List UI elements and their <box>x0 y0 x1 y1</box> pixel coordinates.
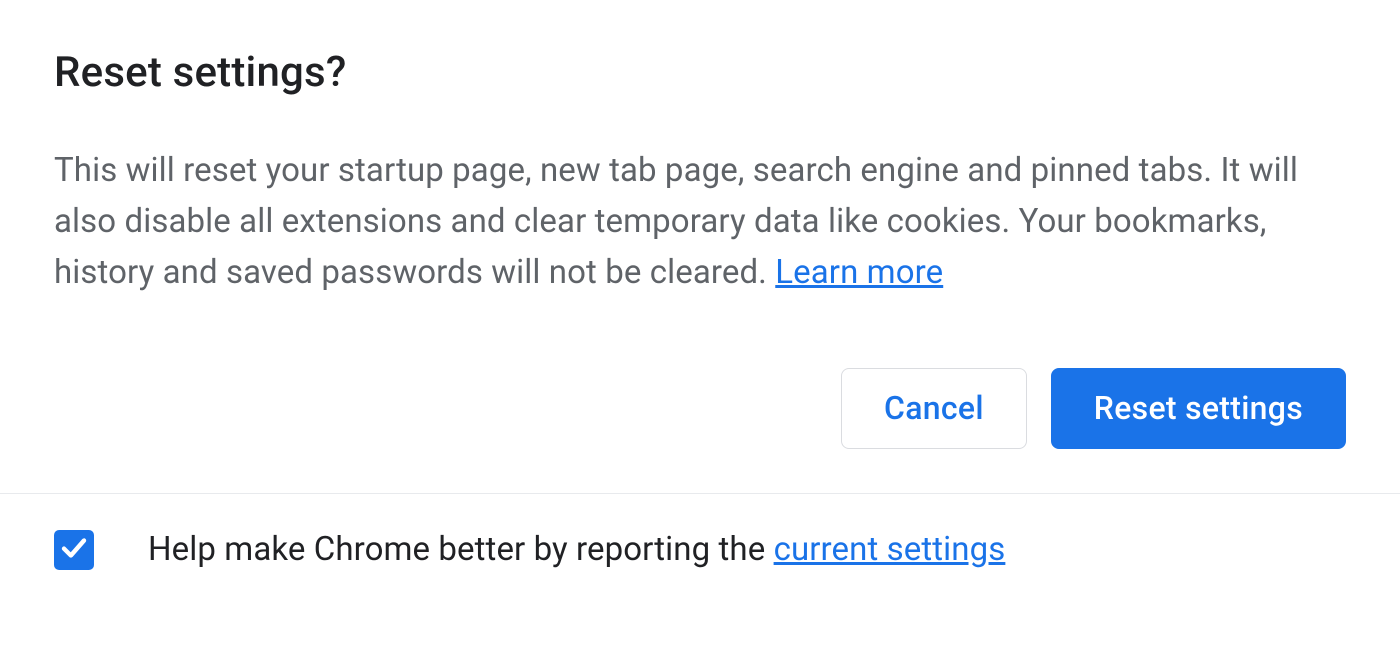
learn-more-link[interactable]: Learn more <box>775 253 943 292</box>
footer-text-before: Help make Chrome better by reporting the <box>148 530 774 569</box>
dialog-body-text: This will reset your startup page, new t… <box>54 151 1298 292</box>
dialog-title: Reset settings? <box>54 48 1346 97</box>
dialog-footer: Help make Chrome better by reporting the… <box>54 494 1346 570</box>
reset-settings-dialog: Reset settings? This will reset your sta… <box>0 0 1400 570</box>
dialog-button-row: Cancel Reset settings <box>54 368 1346 448</box>
checkmark-icon <box>59 533 89 567</box>
reset-settings-button[interactable]: Reset settings <box>1051 368 1346 448</box>
dialog-body: This will reset your startup page, new t… <box>54 145 1346 298</box>
cancel-button[interactable]: Cancel <box>841 368 1027 448</box>
current-settings-link[interactable]: current settings <box>774 530 1006 569</box>
report-settings-checkbox[interactable] <box>54 530 94 570</box>
footer-text: Help make Chrome better by reporting the… <box>148 530 1005 569</box>
